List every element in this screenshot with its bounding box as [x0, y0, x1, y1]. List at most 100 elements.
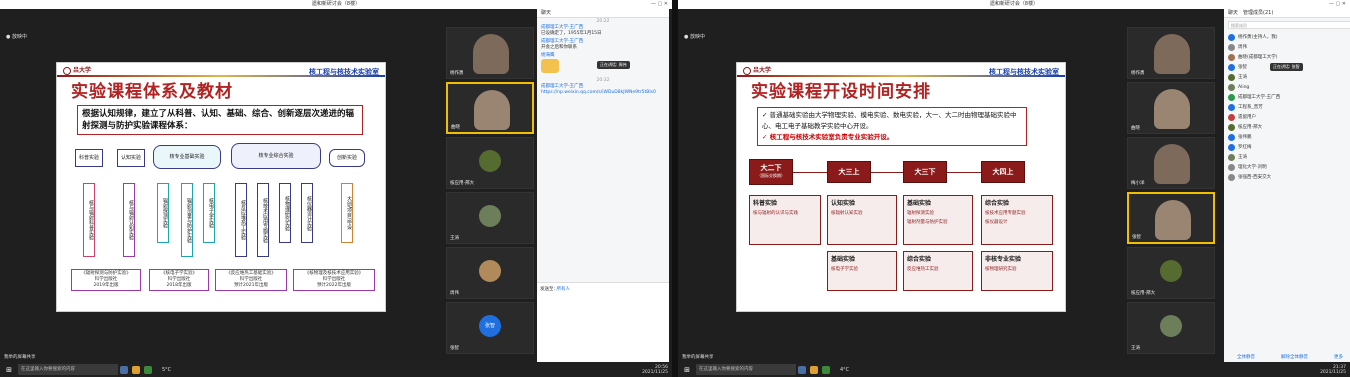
book-3: 《核物理及核技术应用实验》 科学出版社 预计2022年出版: [293, 269, 375, 291]
participants-panel: 聊天 管理成员(21) 搜索成员 杨作勇(主持人，我) 周伟 曲晓(成都理工大学…: [1224, 9, 1350, 362]
video-tile[interactable]: 杨作勇: [446, 27, 534, 79]
share-status: ● 放映中: [6, 34, 27, 40]
panel-tabs: 聊天 管理成员(21): [1224, 9, 1350, 18]
participant-video: [474, 90, 510, 130]
book-2: 《反应堆热工基础实验》 科学出版社 预计2021年出版: [215, 269, 287, 291]
panel-1: 认知实验 核辐射认知实验: [827, 195, 897, 245]
member-item[interactable]: 张强西-西安交大: [1224, 172, 1350, 182]
box-innovation: 创新实验: [329, 149, 365, 167]
member-item[interactable]: 杨作勇(主持人，我): [1224, 32, 1350, 42]
member-item[interactable]: 成都理工大学-王广西: [1224, 92, 1350, 102]
member-item[interactable]: 王涛: [1224, 152, 1350, 162]
member-item[interactable]: 工程系_曾芳: [1224, 102, 1350, 112]
bullet-1: ✓ 普通基础实验由大学物理实验、模电实验、数电实验，大一、大二时由物理基础实验中…: [762, 111, 1017, 130]
avatar: [1228, 103, 1235, 111]
box-comprehensive: 核专业综合实验: [231, 143, 321, 169]
window-controls[interactable]: — ▢ ✕: [1329, 0, 1346, 9]
video-name: 杨作勇: [450, 71, 464, 76]
avatar: [1228, 113, 1235, 121]
avatar: [1228, 173, 1235, 181]
chat-input-area[interactable]: 发送至: 所有人: [537, 282, 669, 362]
app-icon[interactable]: [798, 365, 806, 374]
video-tile[interactable]: 核应用-邢大: [1127, 247, 1215, 299]
chat-link[interactable]: https://np.weixin.qq.com/s/iWDuD8kJWNe9t…: [541, 90, 656, 95]
share-bar[interactable]: 我举的屏幕共享: [0, 354, 672, 362]
member-search-input[interactable]: 搜索成员: [1228, 21, 1350, 29]
taskbar-search[interactable]: 在这里输入你要搜索的内容: [18, 364, 118, 375]
member-item[interactable]: 遗留用户: [1224, 112, 1350, 122]
avatar: [1228, 63, 1235, 71]
app-icon[interactable]: [132, 365, 140, 374]
video-name: 王涛: [450, 236, 459, 241]
taskbar: ⊞ 在这里输入你要搜索的内容 5°C 20:56 2021/11/25: [0, 362, 672, 377]
app-icon[interactable]: [144, 365, 152, 374]
col-4: 核电子学实验: [203, 183, 215, 243]
member-item[interactable]: 周伟: [1224, 42, 1350, 52]
col-2: 辐射探测实验: [157, 183, 169, 243]
taskbar: ⊞ 在这里输入你要搜索的内容 4°C 21:37 2021/11/25: [678, 362, 1350, 377]
send-to-select[interactable]: 所有人: [556, 287, 570, 292]
chat-panel: 聊天 20:22 成都理工大学-王广西 已设确定了，1955年1月15日 成都理工大…: [537, 9, 669, 362]
stage-2: 大三下: [903, 161, 947, 183]
arrow: [793, 172, 827, 173]
taskbar-search[interactable]: 在这里输入你要搜索的内容: [696, 364, 796, 375]
member-list: 杨作勇(主持人，我) 周伟 曲晓(成都理工大学) 张智 王涛 Aling 成都理…: [1224, 32, 1350, 182]
video-name: 张智: [1132, 235, 1141, 240]
stage-1: 大三上: [827, 161, 871, 183]
panel-3: 综合实验 核技术应用专题实验 核仪器设计: [981, 195, 1053, 245]
share-bar[interactable]: 我举的屏幕共享: [678, 354, 1350, 362]
member-item[interactable]: 王涛: [1224, 72, 1350, 82]
member-item[interactable]: 张伟鹏: [1224, 132, 1350, 142]
video-tile[interactable]: 梅小洋: [1127, 137, 1215, 189]
slide: 吕大学 核工程与核技术实验室 实验课程体系及教材 根据认知规律，建立了从科普、认…: [56, 62, 386, 312]
window-controls[interactable]: — ▢ ✕: [651, 0, 668, 9]
member-item[interactable]: 罗红梅: [1224, 142, 1350, 152]
member-item[interactable]: 理化大学-刘明: [1224, 162, 1350, 172]
avatar: [479, 260, 501, 282]
window-title: 遗和新研讨会（8楼）: [311, 1, 361, 7]
col-3: 辐射剂量与防护实验: [181, 183, 193, 257]
video-tile[interactable]: 曲晓: [1127, 82, 1215, 134]
video-tile[interactable]: 周伟: [446, 247, 534, 299]
tab-members[interactable]: 管理成员(21): [1243, 10, 1273, 16]
video-name: 曲晓: [451, 125, 460, 130]
windows-start-icon[interactable]: ⊞: [681, 365, 693, 375]
windows-start-icon[interactable]: ⊞: [3, 365, 15, 375]
chat-message: 成都理工大学-王广西 开会之后和你联系: [541, 39, 584, 50]
box-cognitive: 认知实验: [117, 149, 145, 167]
avatar: [1228, 33, 1235, 41]
tab-chat[interactable]: 聊天: [1228, 10, 1238, 16]
video-name: 王涛: [1131, 346, 1140, 351]
video-name: 梅小洋: [1131, 181, 1145, 186]
participant-video: [1154, 144, 1190, 184]
video-tile[interactable]: 杨作勇: [1127, 27, 1215, 79]
share-status: ● 放映中: [684, 34, 705, 40]
box-basic: 核专业基础实验: [153, 145, 221, 169]
window-title-bar: 遗和新研讨会（8楼） — ▢ ✕: [0, 0, 672, 9]
university-logo: 吕大学: [743, 65, 771, 75]
col-5: 核反应堆热工实验: [235, 183, 247, 257]
video-name: 核应用-邢大: [450, 181, 475, 186]
video-tile[interactable]: 张智 张智: [446, 302, 534, 354]
video-column: 杨作勇 曲晓 核应用-邢大 王涛 周伟 张智 张智: [446, 17, 534, 357]
video-tile[interactable]: 王涛: [446, 192, 534, 244]
member-item[interactable]: 曲晓(成都理工大学): [1224, 52, 1350, 62]
video-name: 杨作勇: [1131, 71, 1145, 76]
video-tile[interactable]: 王涛: [1127, 302, 1215, 354]
video-tile[interactable]: 核应用-邢大: [446, 137, 534, 189]
video-tile-active[interactable]: 张智: [1127, 192, 1215, 244]
slide-intro: 根据认知规律，建立了从科普、认知、基础、综合、创新逐层次递进的辐射探测与防护实验…: [77, 105, 363, 135]
participant-video: [1155, 200, 1191, 240]
video-tile-active[interactable]: 曲晓: [446, 82, 534, 134]
avatar: [1228, 133, 1235, 141]
member-item[interactable]: 核应用-邢大: [1224, 122, 1350, 132]
slide-bullets: ✓ 普通基础实验由大学物理实验、模电实验、数电实验，大一、大二时由物理基础实验中…: [757, 107, 1027, 146]
avatar: [1228, 73, 1235, 81]
col-7: 核物理研究实验: [279, 183, 291, 243]
app-icon[interactable]: [822, 365, 830, 374]
participant-video: [1154, 89, 1190, 129]
app-icon[interactable]: [810, 365, 818, 374]
app-icon[interactable]: [120, 365, 128, 374]
member-item[interactable]: Aling: [1224, 82, 1350, 92]
book-0: 《辐射探测与防护实验》 科学出版社 2019年出版: [71, 269, 141, 291]
